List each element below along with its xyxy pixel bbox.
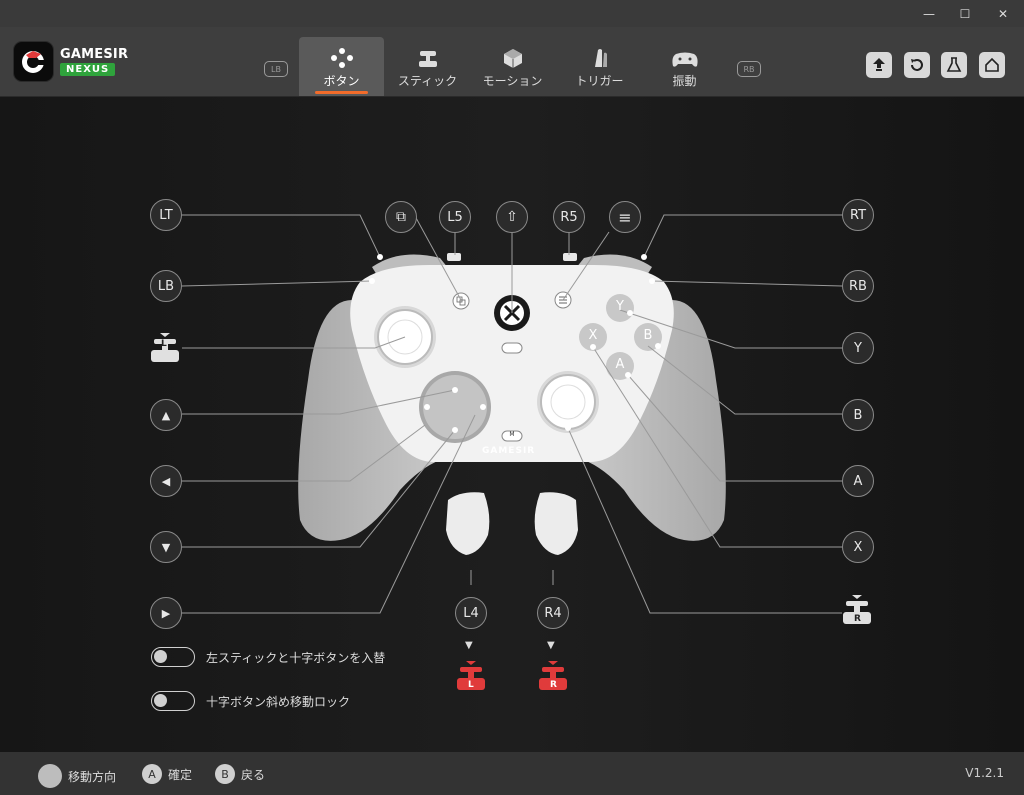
minimize-button[interactable]: — xyxy=(912,0,946,27)
close-button[interactable]: ✕ xyxy=(986,0,1020,27)
rt-button[interactable]: RT xyxy=(842,199,874,231)
dpad-down-button[interactable]: ▼ xyxy=(150,531,182,563)
dpad-left-button[interactable]: ◀ xyxy=(150,465,182,497)
reset-button[interactable] xyxy=(904,52,930,78)
tab-label: モーション xyxy=(482,74,543,88)
controller-b-button[interactable]: B xyxy=(634,328,662,343)
cube-icon xyxy=(502,43,524,69)
swap-stick-dpad-toggle[interactable] xyxy=(151,647,195,667)
stick-icon xyxy=(417,43,439,69)
lab-button[interactable] xyxy=(941,52,967,78)
rb-button[interactable]: RB xyxy=(842,270,874,302)
lab-icon xyxy=(946,57,962,72)
title-bar: — ☐ ✕ xyxy=(0,0,1024,27)
view-button[interactable]: ⧉ xyxy=(385,201,417,233)
lb-button[interactable]: LB xyxy=(150,270,182,302)
menu-button[interactable]: ≡ xyxy=(609,201,641,233)
dpad-diagonal-lock-label: 十字ボタン斜め移動ロック xyxy=(206,695,351,709)
confirm-label: 確定 xyxy=(168,767,193,782)
controller-y-button[interactable]: Y xyxy=(606,299,634,314)
gamesir-logo-icon xyxy=(13,41,54,82)
move-label: 移動方向 xyxy=(68,769,117,784)
tab-label: スティック xyxy=(397,74,458,88)
controller-x-button[interactable]: X xyxy=(579,328,607,343)
a-button[interactable]: A xyxy=(842,465,874,497)
tab-label: トリガー xyxy=(575,74,624,88)
b-button[interactable]: B xyxy=(842,399,874,431)
controller-a-button[interactable]: A xyxy=(606,357,634,372)
active-tab-indicator xyxy=(315,91,368,94)
back-label: 戻る xyxy=(241,767,266,782)
maximize-button[interactable]: ☐ xyxy=(948,0,982,27)
tab-label: 振動 xyxy=(672,74,697,88)
footer-move: 移動方向 xyxy=(38,764,116,788)
nav-lb-button[interactable]: LB xyxy=(264,61,288,77)
dpad-up-button[interactable]: ▲ xyxy=(150,399,182,431)
app-header: GAMESIR NEXUS LB ボタン スティック モーション トリガー 振動… xyxy=(0,27,1024,97)
nav-rb-button[interactable]: RB xyxy=(737,61,761,77)
footer-confirm: A 確定 xyxy=(142,764,192,784)
l4-mapped-left-stick[interactable]: L xyxy=(454,660,488,692)
brand-sub: NEXUS xyxy=(60,63,116,76)
gamepad-icon xyxy=(671,43,699,69)
down-arrow-icon: ▼ xyxy=(547,640,555,651)
lt-button[interactable]: LT xyxy=(150,199,182,231)
left-stick-press-button[interactable]: L xyxy=(148,332,182,364)
y-button[interactable]: Y xyxy=(842,332,874,364)
tab-motion[interactable]: モーション xyxy=(475,37,550,96)
share-button[interactable]: ⇧ xyxy=(496,201,528,233)
footer-back: B 戻る xyxy=(215,764,265,784)
right-stick-press-button[interactable]: R xyxy=(840,594,874,626)
dpad-dots-icon xyxy=(330,43,354,69)
a-hint-icon: A xyxy=(142,764,162,784)
l5-button[interactable]: L5 xyxy=(439,201,471,233)
brand-name: GAMESIR xyxy=(60,47,129,62)
r4-button[interactable]: R4 xyxy=(537,597,569,629)
controller-brand: GAMESIR xyxy=(482,446,536,456)
left-stick-letter: L xyxy=(468,680,474,690)
button-mapping-panel: GAMESIR M Y X B A LT LB L ▲ ◀ ▼ ▶ ⧉ L5 ⇧… xyxy=(0,97,1024,752)
dpad-right-button[interactable]: ▶ xyxy=(150,597,182,629)
reset-icon xyxy=(911,59,923,71)
right-stick-letter: R xyxy=(550,680,557,690)
r4-mapped-right-stick[interactable]: R xyxy=(536,660,570,692)
r5-button[interactable]: R5 xyxy=(553,201,585,233)
m-button[interactable]: M xyxy=(502,431,522,438)
tab-buttons[interactable]: ボタン xyxy=(299,37,384,96)
dpad-diagonal-lock-toggle[interactable] xyxy=(151,691,195,711)
tab-stick[interactable]: スティック xyxy=(390,37,465,96)
stick-move-icon xyxy=(38,764,62,788)
b-hint-icon: B xyxy=(215,764,235,784)
down-arrow-icon: ▼ xyxy=(465,640,473,651)
upgrade-icon xyxy=(873,58,885,71)
left-stick-letter: L xyxy=(161,339,167,349)
l4-button[interactable]: L4 xyxy=(455,597,487,629)
version-label: V1.2.1 xyxy=(965,766,1004,780)
right-stick-letter: R xyxy=(854,614,861,624)
upgrade-button[interactable] xyxy=(866,52,892,78)
tab-vibration[interactable]: 振動 xyxy=(647,37,722,96)
tab-trigger[interactable]: トリガー xyxy=(562,37,637,96)
swap-stick-dpad-label: 左スティックと十字ボタンを入替 xyxy=(206,651,386,665)
home-button[interactable] xyxy=(979,52,1005,78)
x-button[interactable]: X xyxy=(842,531,874,563)
home-icon xyxy=(985,57,999,72)
footer-bar: 移動方向 A 確定 B 戻る V1.2.1 xyxy=(0,752,1024,795)
trigger-icon xyxy=(591,43,609,69)
tab-label: ボタン xyxy=(323,74,360,88)
